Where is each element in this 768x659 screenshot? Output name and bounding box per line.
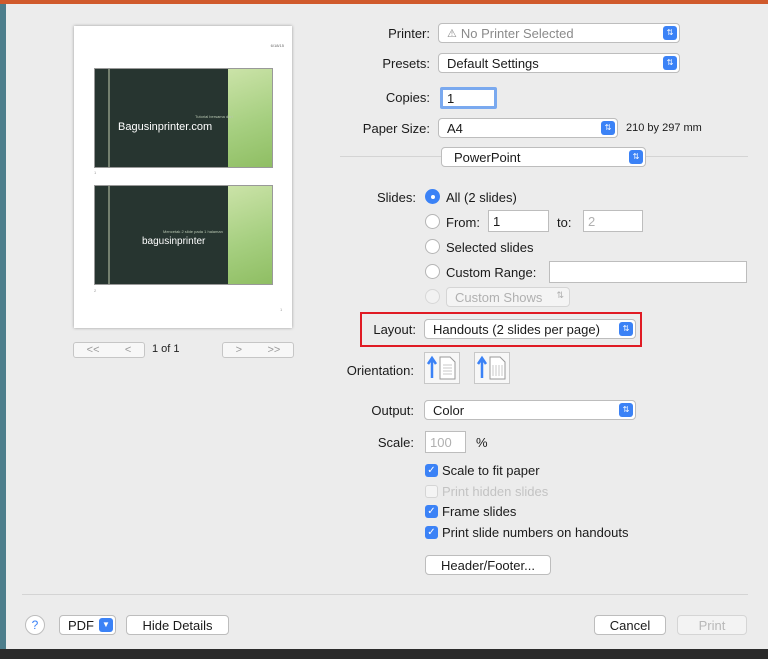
pager-forward-group: > >> — [222, 342, 294, 358]
slides-from-label: From: — [446, 215, 480, 230]
paper-size-label: Paper Size: — [362, 121, 430, 136]
slide-numbers-checkbox[interactable]: ✓ — [425, 526, 438, 539]
layout-value: Handouts (2 slides per page) — [433, 321, 600, 337]
slide-1-title: Bagusinprinter.com — [118, 121, 213, 133]
last-page-button[interactable]: >> — [267, 344, 280, 356]
chevron-updown-icon: ⇅ — [619, 322, 633, 336]
page-footer-number: 1 — [280, 307, 283, 312]
orientation-portrait-button[interactable] — [424, 352, 460, 384]
chevron-updown-icon: ⇅ — [663, 26, 677, 40]
presets-label: Presets: — [382, 56, 430, 71]
slides-all-radio[interactable] — [425, 189, 440, 204]
next-page-button[interactable]: > — [236, 344, 242, 356]
slide-green-panel — [228, 186, 272, 284]
cancel-button[interactable]: Cancel — [594, 615, 666, 635]
slide-green-panel — [228, 69, 272, 167]
scale-to-fit-label: Scale to fit paper — [442, 463, 540, 478]
preview-slide-1: Tutorial bersama dari Bagusinprinter.com — [94, 68, 273, 168]
chevron-down-icon: ▼ — [99, 618, 113, 632]
warning-icon: ⚠ — [447, 27, 457, 40]
from-input[interactable]: 1 — [488, 210, 549, 232]
printer-value: No Printer Selected — [460, 25, 574, 41]
slide-2-subtitle: Mencetak 2 slide pada 1 halaman — [163, 229, 223, 234]
orientation-label: Orientation: — [346, 363, 414, 378]
to-input[interactable]: 2 — [583, 210, 643, 232]
copies-input[interactable]: 1 — [440, 87, 497, 109]
first-page-button[interactable]: << — [87, 344, 100, 356]
custom-range-label: Custom Range: — [446, 265, 537, 280]
footer-divider — [22, 594, 748, 595]
print-button[interactable]: Print — [677, 615, 747, 635]
custom-shows-radio[interactable] — [425, 289, 440, 304]
layout-label: Layout: — [373, 322, 416, 337]
section-popup[interactable]: PowerPoint ⇅ — [441, 147, 646, 167]
chevron-updown-icon: ⇅ — [601, 121, 615, 135]
section-value: PowerPoint — [454, 149, 521, 165]
header-footer-button[interactable]: Header/Footer... — [425, 555, 551, 575]
pdf-menu-button[interactable]: PDF ▼ — [59, 615, 116, 635]
preview-slide-2: Mencetak 2 slide pada 1 halaman bagusinp… — [94, 185, 273, 285]
pager-back-group: << < — [73, 342, 145, 358]
output-value: Color — [433, 402, 465, 418]
paper-size-value: A4 — [447, 120, 463, 136]
scale-unit: % — [476, 435, 488, 450]
orientation-landscape-button[interactable] — [474, 352, 510, 384]
frame-slides-checkbox[interactable]: ✓ — [425, 505, 438, 518]
page-count-label: 1 of 1 — [152, 343, 180, 355]
chevron-updown-icon: ⇅ — [619, 403, 633, 417]
output-label: Output: — [371, 403, 414, 418]
slide-numbers-label: Print slide numbers on handouts — [442, 525, 629, 540]
slides-from-radio[interactable] — [425, 214, 440, 229]
layout-popup[interactable]: Handouts (2 slides per page) ⇅ — [424, 319, 636, 339]
hide-details-button[interactable]: Hide Details — [126, 615, 229, 635]
chevron-updown-icon: ⇅ — [663, 56, 677, 70]
scale-to-fit-checkbox[interactable]: ✓ — [425, 464, 438, 477]
window-bottom-edge — [0, 649, 768, 659]
landscape-icon — [476, 355, 506, 380]
presets-value: Default Settings — [447, 55, 539, 71]
copies-label: Copies: — [385, 90, 430, 105]
custom-shows-popup[interactable]: Custom Shows ⇅ — [446, 287, 570, 307]
custom-shows-label: Custom Shows — [455, 289, 543, 305]
scale-input[interactable]: 100 — [425, 431, 466, 453]
chevron-updown-icon: ⇅ — [629, 150, 643, 164]
chevron-updown-icon: ⇅ — [556, 290, 564, 300]
slides-to-label: to: — [557, 215, 572, 230]
printer-popup[interactable]: ⚠ No Printer Selected ⇅ — [438, 23, 680, 43]
pdf-label: PDF — [68, 617, 94, 633]
print-hidden-label: Print hidden slides — [442, 484, 549, 499]
slide-2-number: 2 — [94, 288, 97, 293]
presets-popup[interactable]: Default Settings ⇅ — [438, 53, 680, 73]
slide-accent-bar — [108, 69, 110, 167]
custom-range-radio[interactable] — [425, 264, 440, 279]
print-preview-page: 6/18/15 Tutorial bersama dari Bagusinpri… — [74, 26, 292, 328]
slide-2-title: bagusinprinter — [142, 236, 206, 247]
preview-date: 6/18/15 — [270, 43, 284, 48]
paper-size-popup[interactable]: A4 ⇅ — [438, 118, 618, 138]
print-hidden-checkbox[interactable] — [425, 485, 438, 498]
slide-accent-bar — [108, 186, 110, 284]
help-button[interactable]: ? — [25, 615, 45, 635]
slide-1-subtitle: Tutorial bersama dari — [195, 114, 233, 119]
frame-slides-label: Frame slides — [442, 504, 517, 519]
custom-range-input[interactable] — [549, 261, 747, 283]
slides-all-label: All (2 slides) — [446, 190, 517, 205]
paper-dimensions: 210 by 297 mm — [626, 122, 702, 134]
selected-slides-radio[interactable] — [425, 239, 440, 254]
selected-slides-label: Selected slides — [446, 240, 534, 255]
printer-label: Printer: — [388, 26, 430, 41]
slide-1-number: 1 — [94, 170, 97, 175]
output-popup[interactable]: Color ⇅ — [424, 400, 636, 420]
portrait-icon — [426, 355, 456, 380]
scale-label: Scale: — [377, 435, 414, 450]
slides-label: Slides: — [376, 190, 416, 205]
prev-page-button[interactable]: < — [125, 344, 131, 356]
